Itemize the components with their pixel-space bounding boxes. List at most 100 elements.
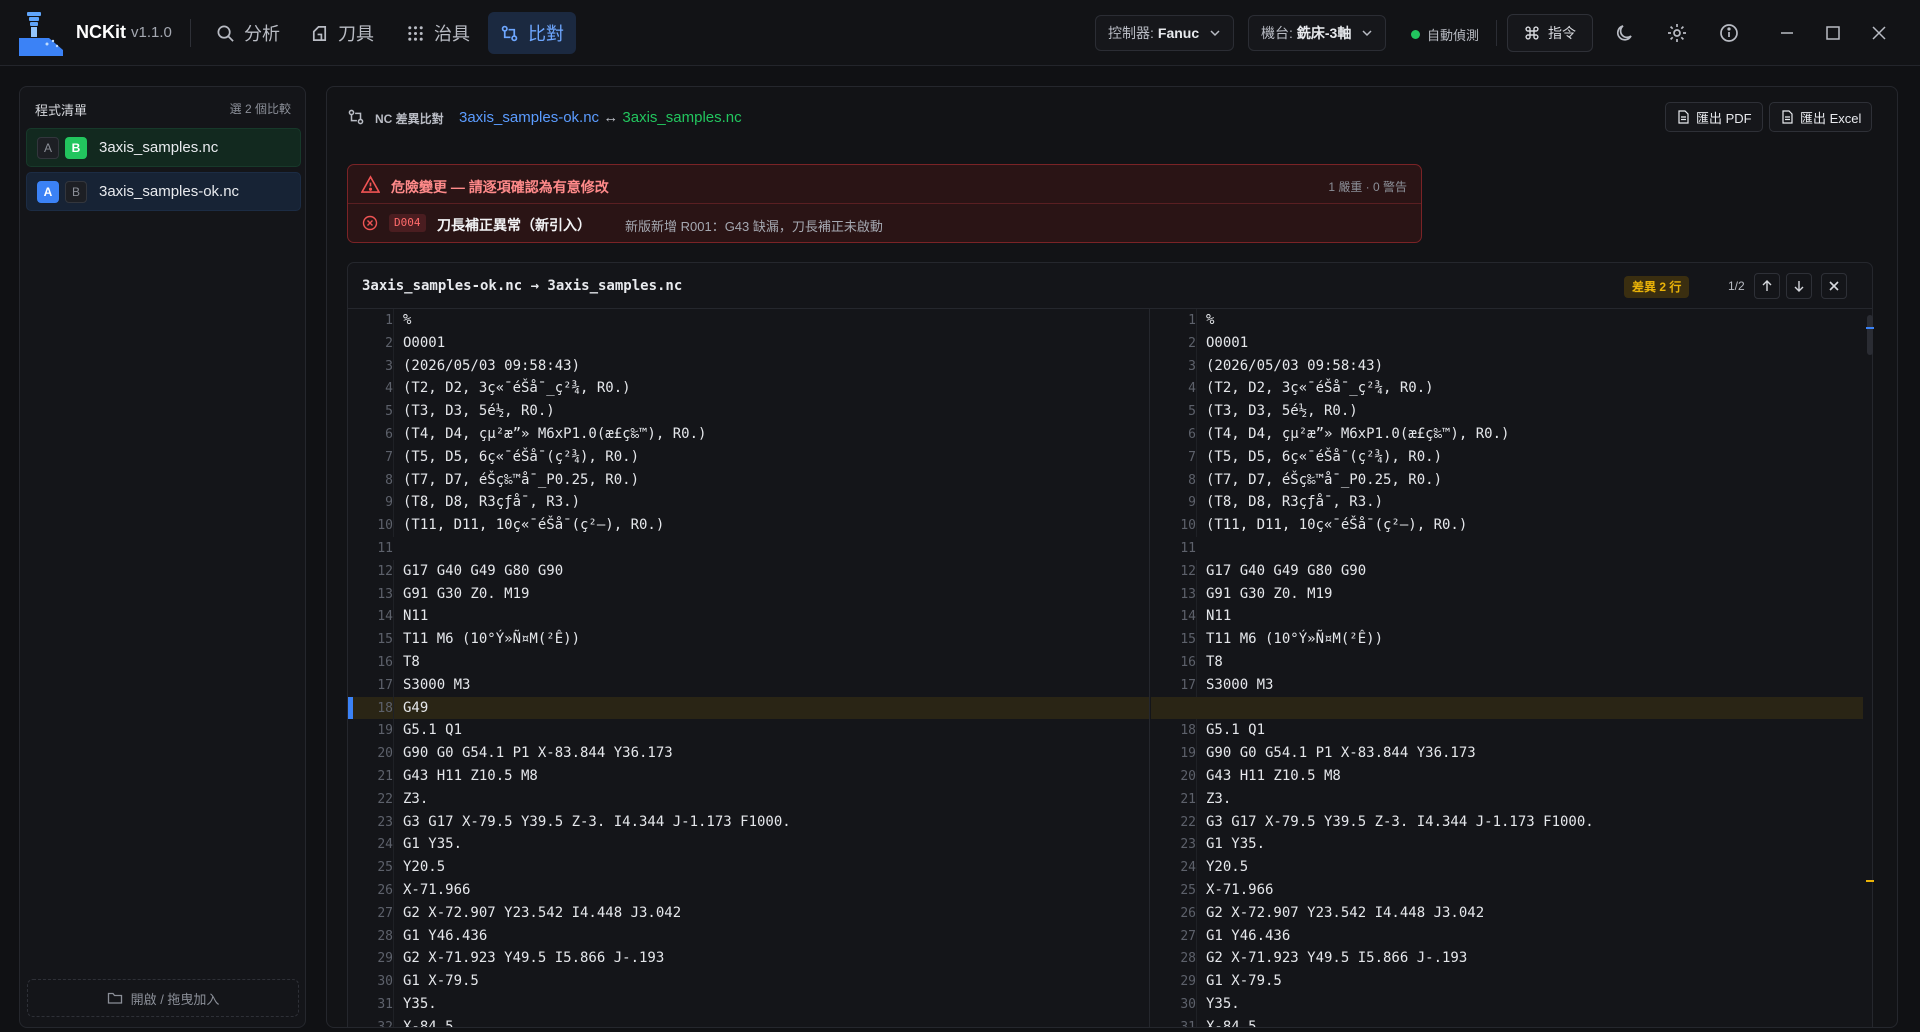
line-number: 1: [1188, 313, 1196, 328]
file-a-name: 3axis_samples-ok.nc: [459, 109, 600, 126]
code-text: (T4, D4, çµ²æ”» M6xP1.0(æ£ç‰™), R0.): [1196, 422, 1509, 446]
compare-arrow: ↔: [603, 109, 619, 126]
code-text: G91 G30 Z0. M19: [1196, 582, 1332, 606]
alert-title: 危險變更 — 請逐項確認為有意修改: [391, 179, 609, 195]
code-text: %: [1196, 309, 1214, 332]
line-number: 29: [1180, 974, 1196, 990]
nav-compare[interactable]: 比對: [488, 12, 576, 54]
diff-line: 21 Z3.: [1151, 787, 1863, 811]
program-list-hint: 選 2 個比較: [229, 102, 291, 116]
minimize-icon[interactable]: [1776, 22, 1798, 44]
line-number: 2: [1188, 335, 1196, 351]
command-palette-button[interactable]: 指令: [1507, 14, 1593, 52]
gear-icon[interactable]: [1666, 22, 1688, 44]
code-text: O0001: [1196, 331, 1248, 355]
machine-select[interactable]: 機台: 銑床-3軸: [1248, 15, 1387, 51]
document-icon: [1678, 110, 1689, 124]
arrow-down-icon: [1794, 281, 1804, 292]
compare-icon: [501, 25, 518, 41]
close-diff-button[interactable]: [1821, 273, 1847, 299]
maximize-icon[interactable]: [1822, 22, 1844, 44]
nav-analyze[interactable]: 分析: [204, 12, 292, 54]
line-number: 16: [377, 654, 393, 670]
diff-panel: NC 差異比對 3axis_samples-ok.nc ↔ 3axis_samp…: [326, 86, 1898, 1028]
danger-alert: 危險變更 — 請逐項確認為有意修改 1 嚴重 · 0 警告 D004 刀長補正異…: [347, 164, 1422, 243]
alert-counts: 1 嚴重 · 0 警告: [1328, 180, 1407, 194]
line-number: 3: [1188, 358, 1196, 374]
list-item[interactable]: A B 3axis_samples-ok.nc: [26, 172, 301, 211]
error-circle-icon: [362, 215, 378, 231]
diff-line: 14 N11: [348, 605, 1149, 629]
line-number: 8: [1188, 472, 1196, 488]
code-text: O0001: [393, 331, 445, 355]
machine-value: 銑床-3軸: [1296, 25, 1352, 41]
prev-diff-button[interactable]: [1754, 273, 1780, 299]
line-number: 3: [385, 358, 393, 374]
select-a-button[interactable]: A: [37, 136, 59, 159]
diff-line: 17 S3000 M3: [1151, 673, 1863, 697]
line-number: 25: [377, 860, 393, 876]
list-item[interactable]: A B 3axis_samples.nc: [26, 128, 301, 167]
line-number: 4: [1188, 381, 1196, 397]
diff-line: 23 G1 Y35.: [1151, 833, 1863, 857]
diff-marker: [1866, 880, 1874, 882]
next-diff-button[interactable]: [1786, 273, 1812, 299]
line-number: 23: [377, 814, 393, 830]
line-number: 19: [377, 723, 393, 739]
diff-line: 16 T8: [1151, 650, 1863, 674]
nav-fixtures[interactable]: 治具: [394, 12, 482, 54]
diff-line: 15 T11 M6 (10°Ý»Ñ¤M(²Ê)): [1151, 628, 1863, 651]
line-number: 10: [1180, 518, 1196, 534]
alert-item-description: 新版新增 R001：G43 缺漏，刀長補正未啟動: [625, 219, 883, 234]
file-b-name: 3axis_samples.nc: [622, 109, 742, 126]
diff-empty-line: [1151, 696, 1863, 720]
scrollbar-thumb[interactable]: [1867, 315, 1873, 355]
diff-line: 28 G1 Y46.436: [348, 924, 1149, 948]
line-number: 1: [385, 313, 393, 328]
diff-line: 23 G3 G17 X-79.5 Y39.5 Z-3. I4.344 J-1.17…: [348, 810, 1149, 834]
line-number: 27: [1180, 928, 1196, 944]
code-text: G3 G17 X-79.5 Y39.5 Z-3. I4.344 J-1.173 …: [1196, 810, 1594, 834]
code-text: (T7, D7, éŠç‰™å¯_P0.25, R0.): [1196, 468, 1442, 492]
diff-line: 18 G49: [348, 696, 1149, 720]
diff-count-badge: 差異 2 行: [1624, 276, 1690, 298]
line-number: 24: [377, 837, 393, 853]
code-text: G90 G0 G54.1 P1 X-83.844 Y36.173: [393, 742, 673, 765]
controller-select[interactable]: 控制器: Fanuc: [1095, 15, 1235, 51]
auto-detect-toggle[interactable]: 自動偵測: [1411, 25, 1479, 44]
nav-analyze-label: 分析: [244, 24, 280, 44]
select-a-button[interactable]: A: [37, 180, 59, 203]
code-text: G49: [393, 696, 428, 720]
diff-line: 22 G3 G17 X-79.5 Y39.5 Z-3. I4.344 J-1.17…: [1151, 810, 1863, 834]
diff-line: 3 (2026/05/03 09:58:43): [348, 354, 1149, 378]
diff-line: 22 Z3.: [348, 787, 1149, 811]
export-pdf-button[interactable]: 匯出 PDF: [1665, 102, 1763, 132]
diff-marker: [1866, 327, 1874, 329]
diff-line: 7 (T5, D5, 6ç«¯éŠå¯(ç²¾), R0.): [1151, 445, 1863, 469]
line-number: 6: [1188, 426, 1196, 442]
compare-icon: [348, 109, 364, 125]
status-dot: [1411, 30, 1420, 39]
line-number: 18: [1180, 723, 1196, 739]
export-excel-button[interactable]: 匯出 Excel: [1769, 102, 1873, 132]
controller-value: Fanuc: [1157, 25, 1200, 41]
diff-line: 19 G5.1 Q1: [348, 719, 1149, 743]
select-b-button[interactable]: B: [65, 136, 87, 159]
select-b-button[interactable]: B: [65, 180, 87, 203]
open-file-label: 開啟 / 拖曳加入: [130, 991, 220, 1007]
code-text: Z3.: [393, 787, 428, 811]
code-text: S3000 M3: [1196, 673, 1273, 697]
line-number: 15: [377, 632, 393, 648]
nav-tools[interactable]: 刀具: [298, 12, 386, 54]
diff-line: 6 (T4, D4, çµ²æ”» M6xP1.0(æ£ç‰™), R0.): [348, 422, 1149, 446]
command-label: 指令: [1548, 25, 1576, 41]
code-text: G1 Y35.: [1196, 833, 1265, 857]
diff-right-pane[interactable]: 1% 2 O0001 3 (2026/05/03 09:58:43) 4 (T2, D2, …: [1151, 309, 1863, 1027]
diff-scrollbar[interactable]: [1866, 309, 1874, 1027]
open-file-button[interactable]: 開啟 / 拖曳加入: [27, 979, 299, 1017]
theme-toggle-icon[interactable]: [1614, 22, 1636, 44]
diff-left-pane[interactable]: 1% 2 O0001 3 (2026/05/03 09:58:43) 4 (T2, D2, …: [348, 309, 1150, 1027]
diff-line: 30 Y35.: [1151, 992, 1863, 1016]
close-icon[interactable]: [1868, 22, 1890, 44]
info-icon[interactable]: [1718, 22, 1740, 44]
